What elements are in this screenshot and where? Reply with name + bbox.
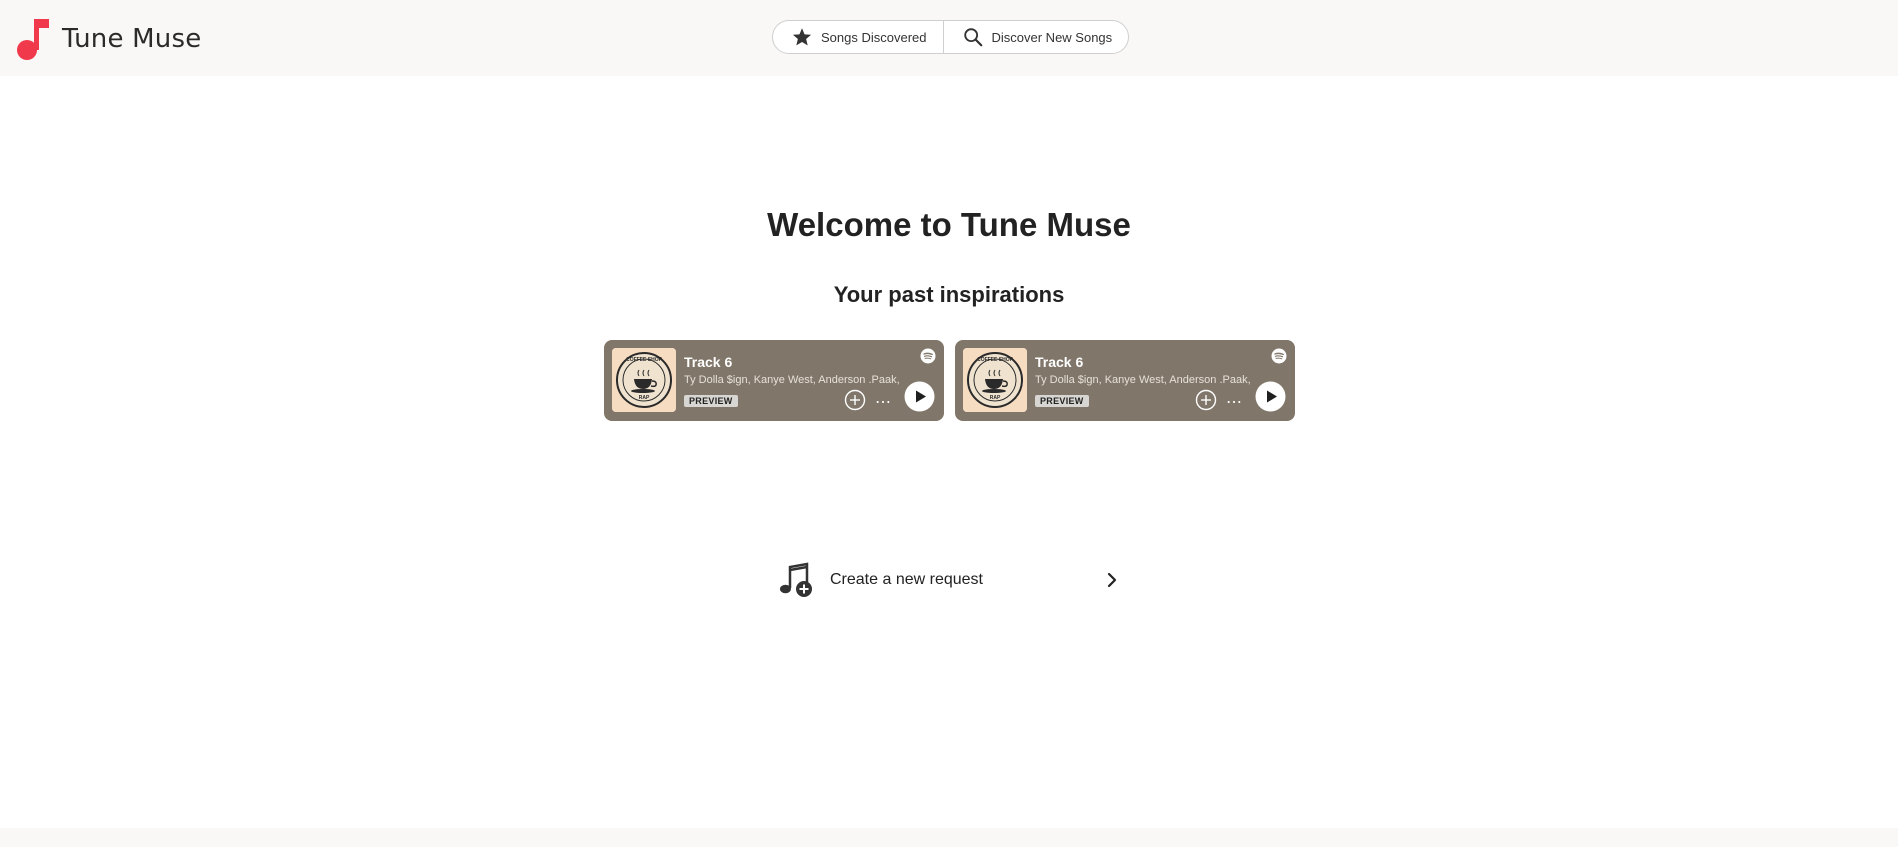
brand[interactable]: Tune Muse bbox=[16, 18, 201, 60]
page-title: Welcome to Tune Muse bbox=[767, 206, 1131, 243]
star-icon bbox=[792, 28, 812, 46]
music-note-icon bbox=[17, 19, 49, 60]
top-bar: Tune Muse Songs Discovered Discover New … bbox=[0, 0, 1898, 76]
discover-new-songs-button[interactable]: Discover New Songs bbox=[942, 21, 1129, 53]
app-name: Tune Muse bbox=[62, 24, 202, 54]
track-artists[interactable]: Ty Dolla $ign, Kanye West, Anderson .Paa… bbox=[1035, 374, 1263, 386]
album-art-text-top: COFFEE SHOP bbox=[626, 357, 662, 363]
add-icon[interactable] bbox=[844, 389, 866, 411]
discover-new-songs-label: Discover New Songs bbox=[991, 29, 1113, 45]
past-inspirations-heading: Your past inspirations bbox=[833, 282, 1065, 307]
songs-discovered-label: Songs Discovered bbox=[821, 29, 927, 45]
track-artists[interactable]: Ty Dolla $ign, Kanye West, Anderson .Paa… bbox=[684, 374, 912, 386]
play-icon[interactable] bbox=[904, 381, 935, 412]
songs-discovered-button[interactable]: Songs Discovered bbox=[773, 21, 942, 53]
past-inspirations-list: COFFEE SHOP RAP Track 6 Ty Dolla $ign, K… bbox=[604, 340, 1295, 421]
create-request-label: Create a new request bbox=[830, 571, 983, 588]
music-add-icon bbox=[780, 562, 812, 597]
track-card[interactable]: COFFEE SHOP RAP Track 6 Ty Dolla $ign, K… bbox=[604, 340, 944, 421]
play-icon[interactable] bbox=[1255, 381, 1286, 412]
create-request-button[interactable]: Create a new request bbox=[777, 560, 1121, 600]
spotify-icon[interactable] bbox=[1271, 348, 1287, 364]
search-icon bbox=[963, 28, 982, 47]
track-title[interactable]: Track 6 bbox=[684, 354, 732, 370]
more-options-icon[interactable]: ⋯ bbox=[875, 392, 892, 412]
album-art-text-bottom: RAP bbox=[638, 395, 650, 401]
add-icon[interactable] bbox=[1195, 389, 1217, 411]
track-card[interactable]: COFFEE SHOP RAP Track 6 Ty Dolla $ign, K… bbox=[955, 340, 1295, 421]
preview-badge: PREVIEW bbox=[1035, 395, 1089, 407]
spotify-icon[interactable] bbox=[920, 348, 936, 364]
preview-badge: PREVIEW bbox=[684, 395, 738, 407]
nav-toggle: Songs Discovered Discover New Songs bbox=[772, 20, 1130, 54]
album-art-text-top: COFFEE SHOP bbox=[977, 357, 1013, 363]
album-art-text-bottom: RAP bbox=[989, 395, 1001, 401]
album-art: COFFEE SHOP RAP bbox=[612, 348, 676, 412]
footer bbox=[0, 828, 1898, 847]
track-title[interactable]: Track 6 bbox=[1035, 354, 1083, 370]
more-options-icon[interactable]: ⋯ bbox=[1226, 392, 1243, 412]
album-art: COFFEE SHOP RAP bbox=[963, 348, 1027, 412]
chevron-right-icon bbox=[1107, 572, 1117, 588]
